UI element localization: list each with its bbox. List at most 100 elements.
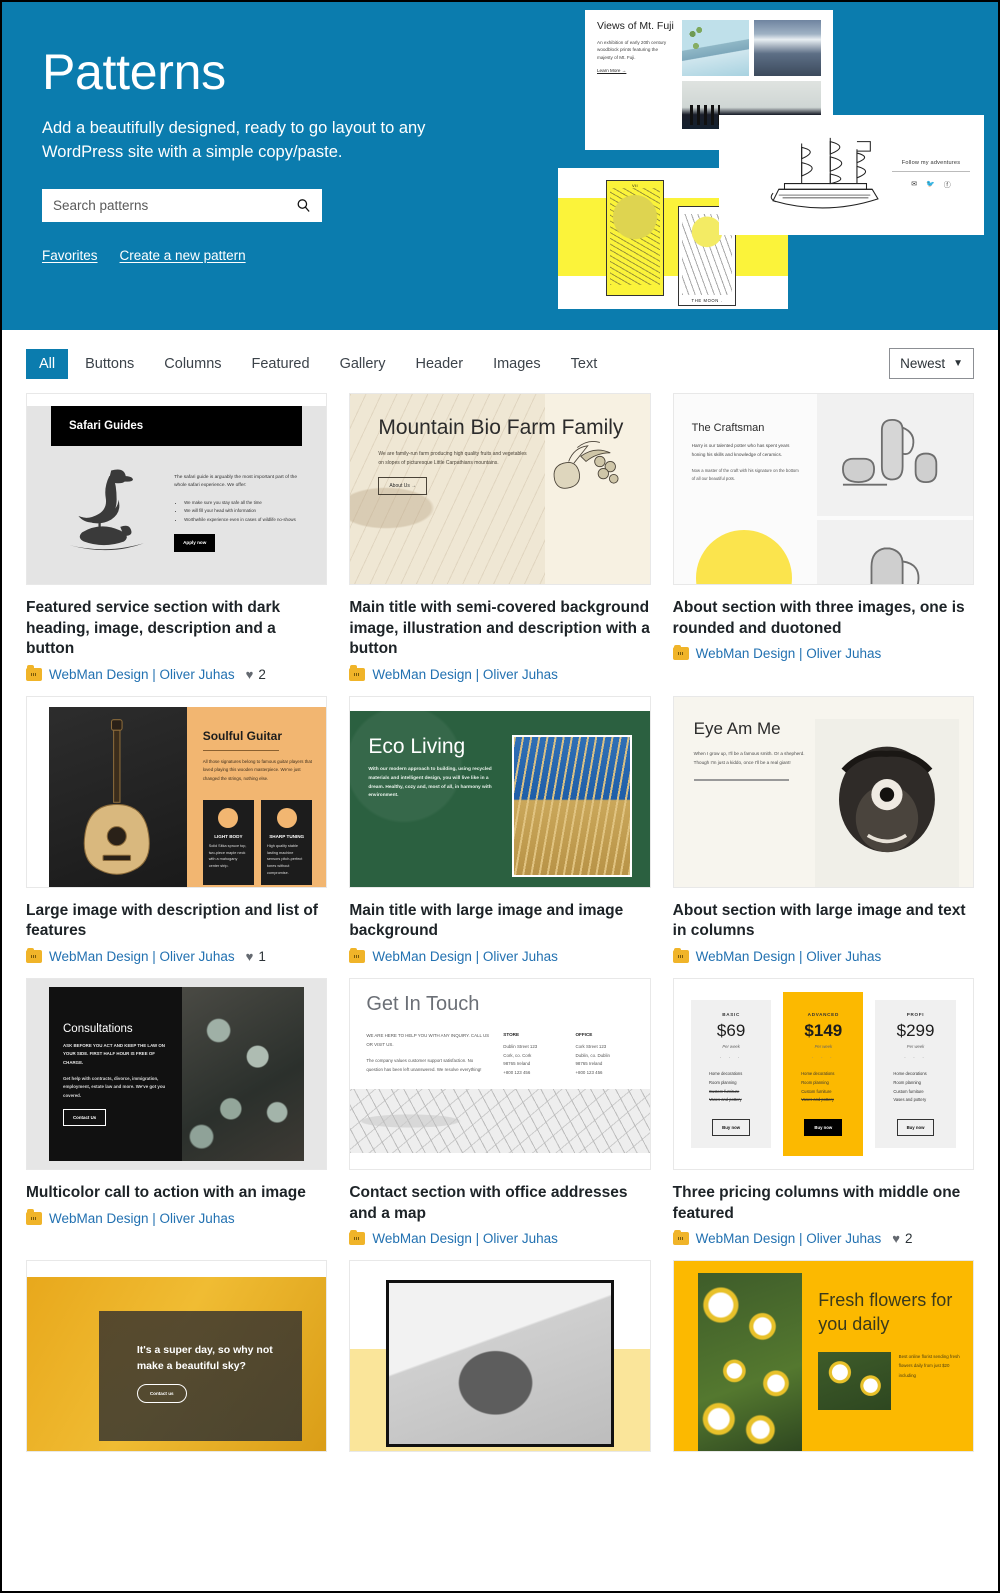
eye-am-me-preview: Eye Am Me When I grow up, I'll be a famo… [673, 696, 973, 887]
pattern-author[interactable]: WebMan Design | Oliver Juhas [696, 949, 882, 964]
tab-header[interactable]: Header [403, 349, 477, 379]
pattern-title[interactable]: Main title with large image and image ba… [349, 901, 650, 942]
plan-name: BASIC [722, 1012, 741, 1018]
pattern-preview[interactable]: BASIC $69 Per week · · · Home decoration… [672, 978, 974, 1171]
pattern-title[interactable]: Three pricing columns with middle one fe… [673, 1183, 974, 1224]
pattern-author[interactable]: WebMan Design | Oliver Juhas [372, 949, 558, 964]
plan-feature: Vases and pottery [893, 1097, 927, 1103]
tab-all[interactable]: All [26, 348, 69, 379]
pattern-preview[interactable]: Eco Living With our modern approach to b… [349, 695, 651, 888]
craftsman-paragraph: Harry is our talented potter who has spe… [691, 443, 790, 457]
pattern-author[interactable]: WebMan Design | Oliver Juhas [372, 667, 558, 682]
tab-columns[interactable]: Columns [151, 349, 234, 379]
pattern-preview[interactable]: It's a super day, so why not make a beau… [26, 1260, 328, 1453]
git-text: WE ARE HERE TO HELP YOU WITH ANY INQUIRY… [366, 1032, 489, 1077]
git-office-line: 98765 Ireland [503, 1061, 531, 1067]
pattern-title[interactable]: About section with large image and text … [673, 901, 974, 942]
plan-feature: Room planning [709, 1079, 737, 1085]
favorites-link[interactable]: Favorites [42, 248, 98, 263]
pottery-image-1 [817, 394, 973, 516]
pattern-meta: WebMan Design | Oliver Juhas [26, 1209, 327, 1226]
pattern-author[interactable]: WebMan Design | Oliver Juhas [49, 1211, 235, 1226]
hero-content: Patterns Add a beautifully designed, rea… [42, 46, 512, 263]
pattern-title[interactable]: Contact section with office addresses an… [349, 1183, 650, 1224]
flowers-small-image [818, 1352, 891, 1411]
consultations-paragraph: ASK BEFORE YOU ACT AND KEEP THE LAW ON Y… [63, 1043, 165, 1065]
eco-image [511, 734, 632, 877]
pattern-title[interactable]: About section with three images, one is … [673, 598, 974, 639]
craftsman-images [817, 394, 973, 584]
pattern-author[interactable]: WebMan Design | Oliver Juhas [372, 1231, 558, 1246]
sort-selected-value: Newest [900, 356, 946, 371]
search-input[interactable] [42, 188, 322, 222]
pottery-image-2 [817, 519, 973, 584]
pattern-title[interactable]: Featured service section with dark headi… [26, 598, 327, 660]
plan-price: $69 [716, 1021, 746, 1041]
pattern-author[interactable]: WebMan Design | Oliver Juhas [49, 949, 235, 964]
tab-buttons[interactable]: Buttons [72, 349, 147, 379]
pattern-preview[interactable]: Eye Am Me When I grow up, I'll be a famo… [672, 695, 974, 888]
eam-text: Eye Am Me When I grow up, I'll be a famo… [693, 719, 805, 887]
pattern-title[interactable]: Multicolor call to action with an image [26, 1183, 327, 1204]
fuji-learn-more-link: Learn More → [597, 68, 627, 74]
plan-period: Per week [906, 1044, 925, 1050]
guitar-feature-title: SHARP TUNING [269, 833, 305, 839]
plan-price: $299 [896, 1021, 935, 1041]
pattern-preview[interactable]: Soulful Guitar All those signatures belo… [26, 695, 328, 888]
git-office-office: OFFICE Cork Street 123 Dublin, co. Dubli… [575, 1032, 633, 1077]
pattern-card: Mountain Bio Farm Family We are family-r… [349, 393, 651, 696]
guitar-feature-body: Solid Sitka spruce top, two-piece maple … [208, 843, 247, 869]
plan-buy-button: Buy now [896, 1118, 935, 1136]
pattern-preview[interactable]: Consultations ASK BEFORE YOU ACT AND KEE… [26, 978, 328, 1171]
plan-dots: · · · [904, 1055, 927, 1062]
tab-text[interactable]: Text [558, 349, 611, 379]
tab-featured[interactable]: Featured [239, 349, 323, 379]
search-button[interactable] [289, 189, 317, 222]
create-new-pattern-link[interactable]: Create a new pattern [120, 248, 246, 263]
sort-dropdown[interactable]: Newest ▼ [889, 348, 974, 379]
author-avatar-icon [26, 947, 42, 964]
safari-text: The safari guide is arguably the most im… [174, 456, 302, 556]
pattern-author[interactable]: WebMan Design | Oliver Juhas [696, 1231, 882, 1246]
pattern-card: Eco Living With our modern approach to b… [349, 695, 651, 978]
pattern-title[interactable]: Large image with description and list of… [26, 901, 327, 942]
pattern-title[interactable]: Main title with semi-covered background … [349, 598, 650, 660]
author-avatar-icon [349, 665, 366, 681]
eco-heading: Eco Living [368, 734, 466, 758]
pattern-preview[interactable] [349, 1260, 651, 1453]
guitar-photo [49, 706, 187, 887]
get-in-touch-preview: Get In Touch WE ARE HERE TO HELP YOU WIT… [350, 979, 650, 1170]
pattern-preview[interactable]: Get In Touch WE ARE HERE TO HELP YOU WIT… [349, 978, 651, 1171]
guitar-preview: Soulful Guitar All those signatures belo… [27, 696, 327, 887]
pattern-author[interactable]: WebMan Design | Oliver Juhas [49, 667, 235, 682]
pottery-icon [842, 418, 938, 486]
fuji-body: An exhibition of early 20th century wood… [597, 39, 667, 60]
plan-dots: · · · [719, 1055, 743, 1062]
git-office-label: OFFICE [575, 1032, 593, 1038]
tab-images[interactable]: Images [480, 349, 554, 379]
pattern-preview[interactable]: Mountain Bio Farm Family We are family-r… [349, 393, 651, 585]
pattern-preview[interactable]: The Craftsman Harry is our talented pott… [672, 393, 974, 585]
plan-features: Home decorations Room planning Custom fu… [699, 1070, 763, 1104]
safari-body: The safari guide is arguably the most im… [27, 446, 326, 566]
flowers-main-image [697, 1273, 803, 1452]
pattern-likes[interactable]: ♥ 2 [246, 667, 266, 682]
fuji-image-1 [682, 20, 749, 76]
pattern-preview[interactable]: Safari Guides The safari guide is arguab… [26, 393, 328, 585]
consultations-preview: Consultations ASK BEFORE YOU ACT AND KEE… [27, 979, 327, 1170]
ship-follow-block: Follow my adventures ✉ 🐦 ⓕ [888, 160, 984, 190]
pattern-likes[interactable]: ♥ 2 [892, 1231, 912, 1246]
git-office-line: Cork Street 123 [575, 1044, 607, 1050]
tab-gallery[interactable]: Gallery [327, 349, 399, 379]
safari-bullet: We make sure you stay safe all the time [184, 499, 302, 507]
craftsman-yellow-circle [695, 530, 792, 584]
pattern-likes[interactable]: ♥ 1 [246, 949, 266, 964]
git-paragraph-2: The company values customer support sati… [366, 1058, 482, 1072]
pattern-preview[interactable]: Fresh flowers for you daily Best online … [672, 1260, 974, 1453]
pattern-card: Consultations ASK BEFORE YOU ACT AND KEE… [26, 978, 328, 1260]
pattern-meta: WebMan Design | Oliver Juhas [349, 1229, 650, 1246]
pattern-author[interactable]: WebMan Design | Oliver Juhas [696, 646, 882, 661]
plan-feature: Home decorations [709, 1071, 743, 1077]
fruit-illustration-icon [553, 440, 619, 489]
guitar-feature-cards: LIGHT BODY Solid Sitka spruce top, two-p… [202, 799, 313, 885]
